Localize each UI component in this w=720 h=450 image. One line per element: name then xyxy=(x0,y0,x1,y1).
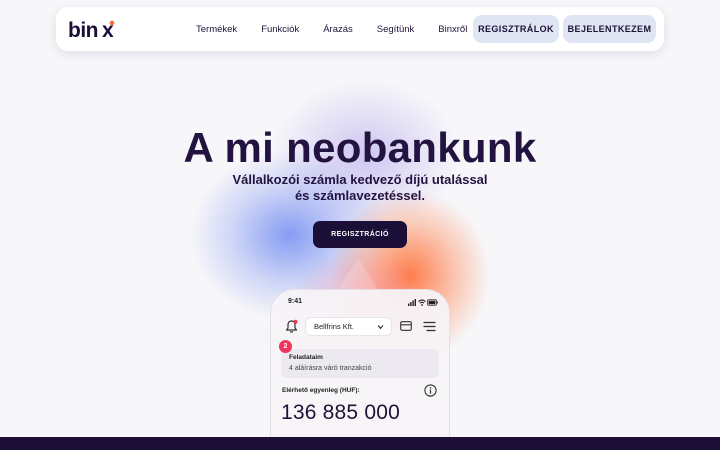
phone-status-icons xyxy=(408,299,438,306)
nav-link-segitunk[interactable]: Segítünk xyxy=(377,24,415,35)
info-icon[interactable] xyxy=(424,384,437,397)
balance-label: Elérhető egyenleg (HUF): xyxy=(282,387,360,394)
tasks-title: Feladataim xyxy=(289,354,323,361)
balance-amount: 136 885 000 xyxy=(281,401,400,424)
nav-links: Termékek Funkciók Árazás Segítünk Binxrő… xyxy=(196,7,467,51)
tasks-description: 4 aláírásra váró tranzakció xyxy=(289,365,372,372)
card-icon[interactable] xyxy=(400,321,412,331)
chevron-down-icon xyxy=(377,325,384,330)
register-button[interactable]: REGISZTRÁLOK xyxy=(473,15,559,43)
hero-title: A mi neobankunk xyxy=(183,124,537,171)
top-navbar: bin x Termékek Funkciók Árazás Segítünk … xyxy=(56,7,664,51)
binx-logo[interactable]: bin x xyxy=(68,17,118,43)
hero-subtitle-line-2: és számlavezetéssel. xyxy=(294,188,426,203)
nav-link-termekek[interactable]: Termékek xyxy=(196,24,237,35)
menu-icon[interactable] xyxy=(423,321,436,332)
phone-mockup: 9:41 Bellfrins Kft. Feladataim 4 aláírás… xyxy=(270,289,450,449)
footer-strip xyxy=(0,437,720,450)
svg-text:bin: bin xyxy=(68,19,98,42)
phone-status-time: 9:41 xyxy=(288,298,303,305)
company-select[interactable]: Bellfrins Kft. xyxy=(305,317,392,336)
bell-icon[interactable] xyxy=(284,319,299,334)
company-select-value: Bellfrins Kft. xyxy=(314,322,355,331)
nav-link-funkciok[interactable]: Funkciók xyxy=(261,24,299,35)
login-button[interactable]: BEJELENTKEZEM xyxy=(563,15,656,43)
tasks-count-badge: 2 xyxy=(279,340,292,353)
registration-cta-button[interactable]: REGISZTRÁCIÓ xyxy=(313,221,407,248)
hero-subtitle: Vállalkozói számla kedvező díjú utalássa… xyxy=(0,172,720,204)
nav-link-arazas[interactable]: Árazás xyxy=(323,24,353,35)
wifi-icon xyxy=(418,299,426,306)
battery-icon xyxy=(427,299,438,306)
tasks-card[interactable]: Feladataim 4 aláírásra váró tranzakció xyxy=(281,349,439,378)
nav-link-binxrol[interactable]: Binxről xyxy=(438,24,467,35)
hero-subtitle-line-1: Vállalkozói számla kedvező díjú utalássa… xyxy=(232,172,488,187)
signal-icon xyxy=(408,299,416,306)
